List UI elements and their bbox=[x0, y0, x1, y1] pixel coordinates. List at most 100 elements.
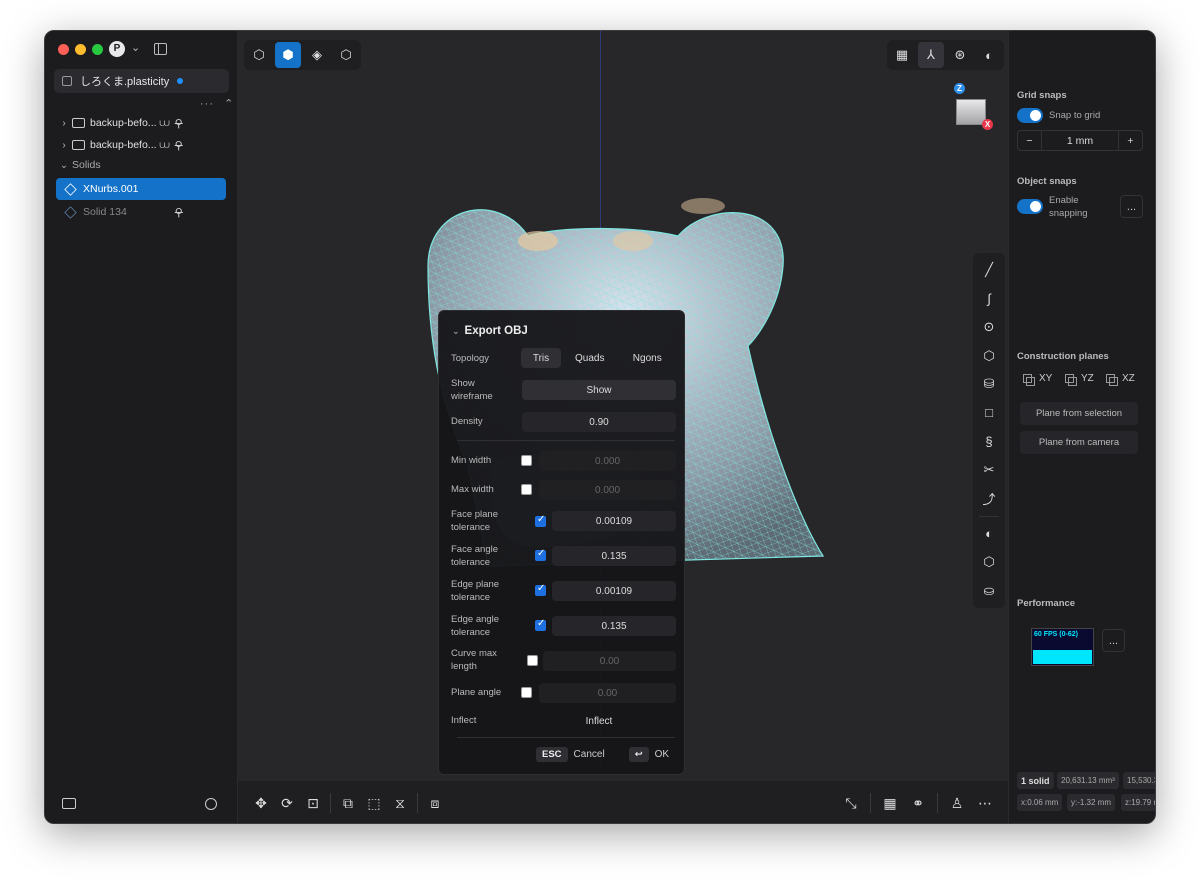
scissors-icon[interactable]: ✂ bbox=[973, 456, 1005, 485]
curve-max-input[interactable]: 0.00 bbox=[543, 651, 676, 671]
chevron-down-icon[interactable]: ⌄ bbox=[452, 326, 460, 336]
scale-icon[interactable]: ⊡ bbox=[300, 790, 326, 816]
face-plane-input[interactable]: 0.00109 bbox=[552, 511, 676, 531]
face-angle-checkbox[interactable] bbox=[535, 548, 546, 561]
more-icon[interactable]: ··· bbox=[200, 98, 214, 110]
solid-mode-icon[interactable]: ⬡ bbox=[333, 42, 359, 68]
axes-icon[interactable]: ⅄ bbox=[918, 42, 944, 68]
spiral-icon[interactable]: § bbox=[973, 427, 1005, 456]
outliner-item-solid[interactable]: XNurbs.001 bbox=[56, 178, 226, 200]
face-plane-checkbox[interactable] bbox=[535, 514, 546, 527]
plane-xy-option[interactable]: XY bbox=[1023, 373, 1052, 386]
view-cube[interactable] bbox=[956, 99, 986, 125]
chevron-down-icon[interactable]: ⌄ bbox=[56, 160, 72, 171]
topology-option-quads[interactable]: Quads bbox=[561, 348, 619, 368]
hidden-eye-icon[interactable]: ⩊ bbox=[160, 118, 170, 129]
matcap-icon[interactable]: ◐ bbox=[976, 42, 1002, 68]
edge-mode-icon[interactable]: ⬢ bbox=[275, 42, 301, 68]
rectangle-icon[interactable]: □ bbox=[973, 399, 1005, 428]
fillet-curve-icon[interactable]: ⤴ bbox=[973, 484, 1005, 513]
max-width-input[interactable]: 0.000 bbox=[539, 480, 676, 500]
chevron-right-icon[interactable]: › bbox=[56, 118, 72, 129]
ok-button[interactable]: OK bbox=[655, 749, 669, 760]
min-width-input[interactable]: 0.000 bbox=[539, 451, 676, 471]
mirror-icon[interactable]: ⧖ bbox=[387, 790, 413, 816]
minimize-window-button[interactable] bbox=[75, 44, 86, 55]
snapping-more-button[interactable]: ... bbox=[1120, 195, 1143, 218]
zoom-icon[interactable] bbox=[205, 798, 217, 810]
min-width-checkbox[interactable] bbox=[521, 455, 532, 466]
decrement-button[interactable]: − bbox=[1018, 131, 1042, 150]
performance-more-button[interactable]: ... bbox=[1102, 629, 1125, 652]
3d-viewport[interactable]: ⬡ ⬢ ◈ ⬡ ▦ ⅄ ⊛ ◐ Z X ╱ ∫ ⊙ ⬡ ⛁ □ § ✂ ⤴ ◐ … bbox=[238, 31, 1008, 823]
solids-group-header[interactable]: ⌄ Solids bbox=[56, 159, 101, 171]
show-wireframe-button[interactable]: Show bbox=[522, 380, 676, 400]
xray-icon[interactable]: ⊛ bbox=[947, 42, 973, 68]
chevron-right-icon[interactable]: › bbox=[56, 140, 72, 151]
enter-key[interactable]: ↩ bbox=[628, 747, 649, 762]
boolean-icon[interactable]: ⚭ bbox=[905, 790, 931, 816]
snap-to-grid-toggle[interactable] bbox=[1017, 108, 1043, 123]
inflect-value[interactable]: Inflect bbox=[522, 711, 676, 731]
topology-option-ngons[interactable]: Ngons bbox=[619, 348, 677, 368]
enable-snapping-toggle[interactable] bbox=[1017, 199, 1043, 214]
increment-button[interactable]: + bbox=[1118, 131, 1142, 150]
plane-angle-checkbox[interactable] bbox=[521, 687, 532, 698]
orientation-gizmo[interactable]: Z X bbox=[952, 83, 996, 133]
cancel-button[interactable]: Cancel bbox=[574, 749, 605, 760]
face-mode-icon[interactable]: ◈ bbox=[304, 42, 330, 68]
move-icon[interactable]: ✥ bbox=[248, 790, 274, 816]
collapse-icon[interactable]: ⌃ bbox=[224, 98, 234, 110]
extrude-icon[interactable]: ⬚ bbox=[361, 790, 387, 816]
sidebar-toggle-icon[interactable] bbox=[154, 43, 167, 55]
close-window-button[interactable] bbox=[58, 44, 69, 55]
fit-view-icon[interactable]: ⤡ bbox=[838, 790, 864, 816]
box-icon[interactable]: ⬡ bbox=[973, 548, 1005, 577]
unselectable-icon[interactable]: ⚲ bbox=[175, 206, 183, 219]
face-angle-input[interactable]: 0.135 bbox=[552, 546, 676, 566]
plane-yz-option[interactable]: YZ bbox=[1065, 373, 1094, 386]
edge-plane-checkbox[interactable] bbox=[535, 583, 546, 596]
edge-plane-input[interactable]: 0.00109 bbox=[552, 581, 676, 601]
sphere-icon[interactable]: ◐ bbox=[973, 520, 1005, 549]
unselectable-icon[interactable]: ⚲ bbox=[175, 139, 183, 152]
plane-xz-option[interactable]: XZ bbox=[1106, 373, 1135, 386]
plane-angle-input[interactable]: 0.00 bbox=[539, 683, 676, 703]
duplicate-icon[interactable]: ⧈ bbox=[422, 790, 448, 816]
material-icon[interactable]: ♙ bbox=[944, 790, 970, 816]
grid-layout-icon[interactable]: ▦ bbox=[877, 790, 903, 816]
line-icon[interactable]: ╱ bbox=[973, 256, 1005, 285]
outliner-item-solid[interactable]: Solid 134 ⚲ bbox=[56, 201, 226, 223]
polygon-icon[interactable]: ⬡ bbox=[973, 342, 1005, 371]
new-folder-icon[interactable] bbox=[62, 798, 76, 809]
account-avatar[interactable]: P bbox=[109, 41, 125, 57]
edge-angle-input[interactable]: 0.135 bbox=[552, 616, 676, 636]
density-input[interactable]: 0.90 bbox=[522, 412, 676, 432]
chevron-down-icon[interactable]: ⌄ bbox=[131, 41, 140, 54]
more-icon[interactable]: ⋯ bbox=[972, 790, 998, 816]
dialog-title[interactable]: ⌄ Export OBJ bbox=[452, 325, 528, 337]
esc-key[interactable]: ESC bbox=[536, 747, 568, 762]
hidden-eye-icon[interactable]: ⩊ bbox=[160, 140, 170, 151]
z-axis-icon[interactable]: Z bbox=[954, 83, 965, 94]
x-axis-icon[interactable]: X bbox=[982, 119, 993, 130]
cylinder-solid-icon[interactable]: ⛀ bbox=[973, 577, 1005, 606]
unselectable-icon[interactable]: ⚲ bbox=[175, 117, 183, 130]
curve-max-checkbox[interactable] bbox=[527, 655, 538, 666]
file-tab[interactable]: しろくま.plasticity bbox=[54, 69, 229, 93]
plane-from-selection-button[interactable]: Plane from selection bbox=[1020, 402, 1138, 425]
topology-option-tris[interactable]: Tris bbox=[521, 348, 561, 368]
curve-icon[interactable]: ∫ bbox=[973, 285, 1005, 314]
grid-size-value[interactable]: 1 mm bbox=[1042, 135, 1118, 147]
edge-angle-checkbox[interactable] bbox=[535, 618, 546, 631]
plane-from-camera-button[interactable]: Plane from camera bbox=[1020, 431, 1138, 454]
max-width-checkbox[interactable] bbox=[521, 484, 532, 495]
maximize-window-button[interactable] bbox=[92, 44, 103, 55]
circle-icon[interactable]: ⊙ bbox=[973, 313, 1005, 342]
outliner-item-folder[interactable]: › backup-befo... ⩊ ⚲ bbox=[56, 112, 226, 134]
grid-icon[interactable]: ▦ bbox=[889, 42, 915, 68]
rotate-icon[interactable]: ⟳ bbox=[274, 790, 300, 816]
cylinder-icon[interactable]: ⛁ bbox=[973, 370, 1005, 399]
outliner-item-folder[interactable]: › backup-befo... ⩊ ⚲ bbox=[56, 134, 226, 156]
offset-icon[interactable]: ⧉ bbox=[335, 790, 361, 816]
